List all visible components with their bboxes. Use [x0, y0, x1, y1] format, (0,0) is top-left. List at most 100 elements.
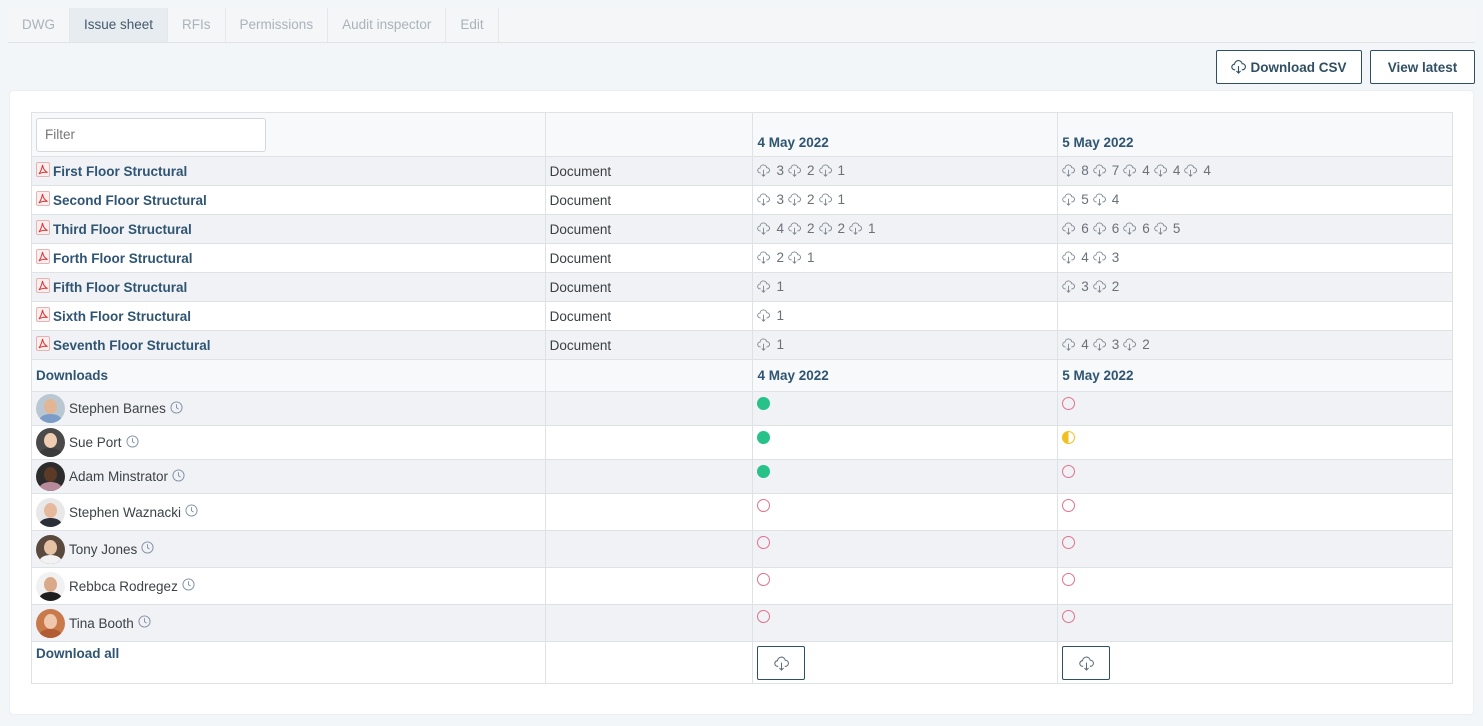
- tab-permissions[interactable]: Permissions: [226, 8, 329, 42]
- cloud-download-icon: [788, 251, 804, 264]
- download-counts-cell: 4221: [752, 214, 1059, 244]
- download-count: 7: [1093, 163, 1119, 178]
- cloud-download-icon: [757, 222, 773, 235]
- tab-edit[interactable]: Edit: [446, 8, 499, 42]
- download-count: 1: [788, 250, 815, 265]
- download-count: 4: [1154, 163, 1180, 178]
- cloud-download-icon: [849, 222, 865, 235]
- filter-input[interactable]: [36, 117, 266, 152]
- document-row: Third Floor Structural Document 4 2 2 1 6 6 6 5: [31, 214, 1453, 244]
- document-name: Fifth Floor Structural: [53, 279, 188, 295]
- download-counts-cell: 321: [752, 156, 1059, 186]
- document-link[interactable]: Second Floor Structural: [36, 191, 207, 209]
- download-count: 3: [757, 192, 784, 207]
- avatar: [36, 428, 65, 457]
- person-name: Adam Minstrator: [69, 469, 169, 484]
- document-link[interactable]: Fifth Floor Structural: [36, 278, 187, 296]
- clock-icon[interactable]: [138, 615, 151, 631]
- download-count: 2: [788, 221, 815, 236]
- cloud-download-icon: [1231, 60, 1250, 74]
- download-status-full-icon: [757, 431, 771, 444]
- clock-icon[interactable]: [141, 541, 154, 557]
- pdf-icon: [36, 191, 50, 209]
- person-name: Tony Jones: [69, 541, 138, 557]
- download-counts-cell: 1: [752, 272, 1059, 302]
- document-type: Document: [549, 192, 612, 208]
- cloud-download-icon: [788, 222, 804, 235]
- download-count: 6: [1123, 221, 1150, 236]
- download-status-full-icon: [757, 465, 771, 478]
- download-count: 6: [1062, 221, 1089, 236]
- cloud-download-icon: [1062, 222, 1078, 235]
- clock-icon[interactable]: [182, 578, 195, 594]
- date-header: 4 May 2022: [757, 135, 829, 150]
- download-count: 4: [1093, 192, 1119, 207]
- cloud-download-icon: [1154, 164, 1170, 177]
- download-count: 3: [1093, 337, 1119, 352]
- document-link[interactable]: Third Floor Structural: [36, 220, 192, 238]
- clock-icon[interactable]: [170, 400, 183, 417]
- download-all-link[interactable]: Download all: [36, 646, 119, 661]
- download-date-button[interactable]: [1062, 646, 1111, 680]
- tab-rfis[interactable]: RFIs: [168, 8, 226, 42]
- download-count: 4: [1184, 163, 1211, 178]
- document-type: Document: [549, 337, 612, 353]
- download-status-full-icon: [757, 397, 771, 410]
- person-row: Tina Booth: [31, 604, 1453, 642]
- document-link[interactable]: Sixth Floor Structural: [36, 307, 191, 325]
- person-name: Stephen Waznacki: [69, 504, 182, 520]
- tab-dwg[interactable]: DWG: [8, 8, 70, 42]
- cloud-download-icon: [1093, 251, 1109, 264]
- download-csv-button[interactable]: Download CSV: [1216, 50, 1362, 84]
- clock-icon[interactable]: [125, 434, 139, 451]
- document-link[interactable]: Forth Floor Structural: [36, 249, 193, 267]
- tab-issue-sheet[interactable]: Issue sheet: [70, 8, 169, 42]
- document-name: Sixth Floor Structural: [53, 308, 192, 324]
- download-status-none-icon: [757, 610, 771, 623]
- tab-audit-inspector[interactable]: Audit inspector: [328, 8, 447, 42]
- cloud-download-icon: [1123, 222, 1139, 235]
- cloud-download-icon: [1093, 164, 1109, 177]
- avatar: [36, 534, 65, 564]
- document-row: Seventh Floor Structural Document 1 4 3 2: [31, 330, 1453, 360]
- download-counts-cell: 43: [1057, 243, 1453, 273]
- date-header: 5 May 2022: [1062, 368, 1134, 383]
- pdf-icon: [36, 249, 50, 267]
- clock-icon[interactable]: [172, 468, 185, 485]
- cloud-download-icon: [1093, 193, 1109, 206]
- document-type: Document: [549, 279, 612, 295]
- download-count: 1: [757, 279, 784, 294]
- download-count: 2: [818, 221, 845, 236]
- avatar: [36, 497, 65, 527]
- cloud-download-icon: [757, 338, 773, 351]
- document-type: Document: [549, 221, 612, 237]
- download-count: 8: [1062, 163, 1089, 178]
- cloud-download-icon: [818, 193, 835, 206]
- download-date-button[interactable]: [757, 646, 806, 680]
- document-name: Second Floor Structural: [53, 192, 207, 208]
- date-header: 5 May 2022: [1062, 135, 1134, 150]
- download-counts-cell: 87444: [1057, 156, 1453, 186]
- cloud-download-icon: [1093, 280, 1109, 293]
- cloud-download-icon: [1123, 164, 1139, 177]
- person-row: Sue Port: [31, 425, 1453, 460]
- pdf-icon: [36, 220, 50, 238]
- view-latest-button[interactable]: View latest: [1370, 50, 1475, 84]
- download-count: 5: [1154, 221, 1180, 236]
- download-counts-cell: 321: [752, 185, 1059, 215]
- document-link[interactable]: First Floor Structural: [36, 162, 187, 180]
- download-counts-cell: 1: [752, 330, 1059, 360]
- download-all-row: Download all: [31, 641, 1453, 684]
- avatar: [36, 608, 65, 638]
- download-count: 1: [818, 192, 845, 207]
- downloads-title: Downloads: [36, 368, 109, 383]
- issue-sheet-card: 4 May 2022 5 May 2022 First Floor Struct…: [9, 90, 1474, 715]
- download-count: 2: [1123, 337, 1150, 352]
- pdf-icon: [36, 162, 50, 180]
- downloads-header-row: Downloads 4 May 2022 5 May 2022: [31, 359, 1453, 392]
- document-link[interactable]: Seventh Floor Structural: [36, 336, 211, 354]
- cloud-download-icon: [788, 164, 804, 177]
- cloud-download-icon: [757, 164, 773, 177]
- clock-icon[interactable]: [185, 504, 198, 520]
- document-name: Third Floor Structural: [53, 221, 192, 237]
